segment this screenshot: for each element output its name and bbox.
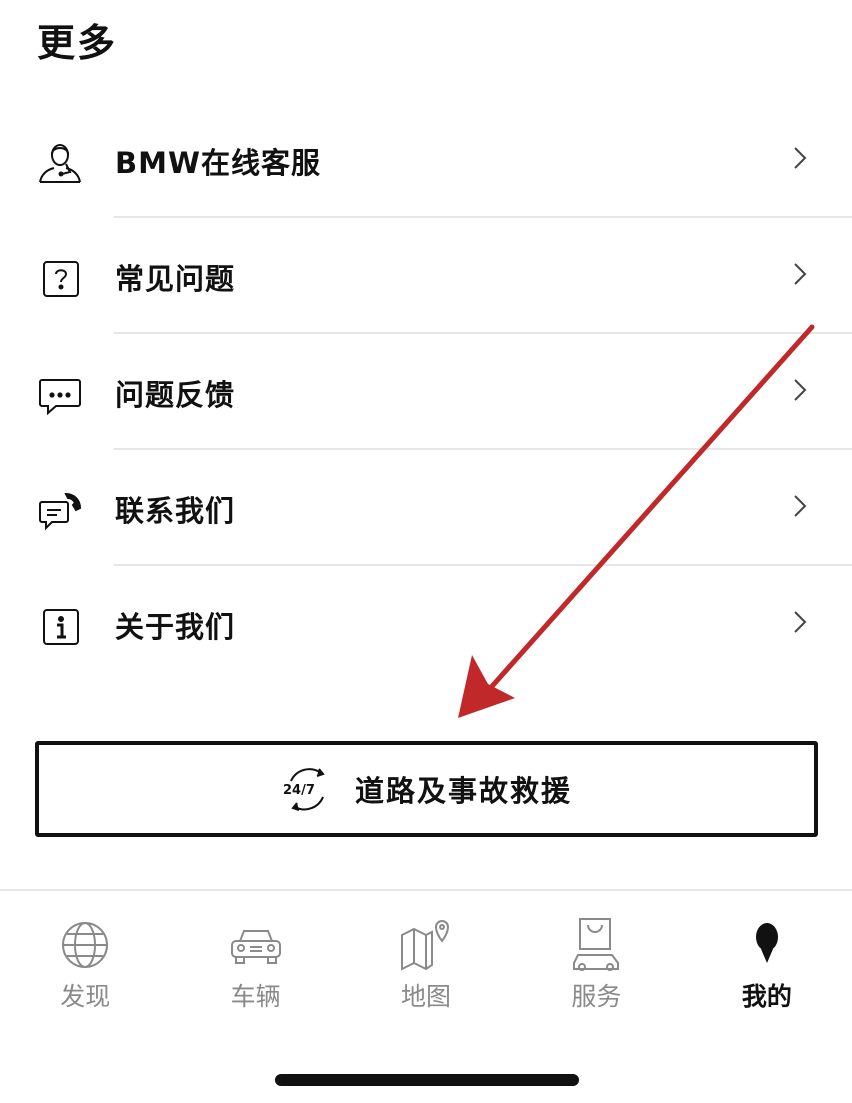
menu-item-label: BMW在线客服 bbox=[115, 146, 321, 180]
tab-vehicle[interactable]: 车辆 bbox=[170, 891, 340, 1029]
feedback-chat-icon bbox=[36, 370, 84, 418]
menu-list: BMW在线客服 常见问题 问题反馈 联系我们 关于我们 bbox=[0, 102, 852, 682]
tab-profile[interactable]: 我的 bbox=[682, 891, 852, 1029]
assist-badge: 24/7 bbox=[283, 783, 315, 798]
roadside-assistance-button[interactable]: 24/7 道路及事故救援 bbox=[35, 741, 818, 837]
profile-icon bbox=[737, 915, 797, 975]
tab-map[interactable]: 地图 bbox=[341, 891, 511, 1029]
chevron-right-icon bbox=[790, 608, 810, 636]
tab-label: 发现 bbox=[60, 982, 111, 1011]
info-icon bbox=[36, 602, 84, 650]
globe-icon bbox=[55, 915, 115, 975]
home-indicator[interactable] bbox=[275, 1074, 579, 1086]
menu-item-label: 常见问题 bbox=[115, 262, 236, 296]
menu-item-feedback[interactable]: 问题反馈 bbox=[0, 334, 852, 450]
question-icon bbox=[36, 254, 84, 302]
menu-item-contact-us[interactable]: 联系我们 bbox=[0, 450, 852, 566]
chevron-right-icon bbox=[790, 492, 810, 520]
menu-item-label: 问题反馈 bbox=[115, 378, 236, 412]
roadside-assistance-label: 道路及事故救援 bbox=[354, 774, 572, 808]
map-pin-icon bbox=[396, 915, 456, 975]
service-bag-car-icon bbox=[566, 915, 626, 975]
menu-item-faq[interactable]: 常见问题 bbox=[0, 218, 852, 334]
menu-item-label: 联系我们 bbox=[115, 494, 236, 528]
chevron-right-icon bbox=[790, 260, 810, 288]
tab-discover[interactable]: 发现 bbox=[0, 891, 170, 1029]
roadside-assistance-icon: 24/7 bbox=[281, 763, 333, 815]
tab-label: 车辆 bbox=[230, 982, 281, 1011]
menu-item-label: 关于我们 bbox=[115, 610, 236, 644]
customer-service-icon bbox=[36, 138, 84, 186]
tab-label: 服务 bbox=[571, 982, 622, 1011]
menu-item-online-service[interactable]: BMW在线客服 bbox=[0, 102, 852, 218]
chevron-right-icon bbox=[790, 144, 810, 172]
page-title: 更多 bbox=[37, 21, 118, 65]
bottom-tab-bar: 发现 车辆 地图 服务 我的 bbox=[0, 889, 852, 1029]
tab-label: 地图 bbox=[401, 982, 452, 1011]
car-front-icon bbox=[226, 915, 286, 975]
tab-label: 我的 bbox=[741, 982, 792, 1011]
menu-item-about-us[interactable]: 关于我们 bbox=[0, 566, 852, 682]
tab-service[interactable]: 服务 bbox=[511, 891, 681, 1029]
chevron-right-icon bbox=[790, 376, 810, 404]
contact-phone-icon bbox=[36, 486, 84, 534]
